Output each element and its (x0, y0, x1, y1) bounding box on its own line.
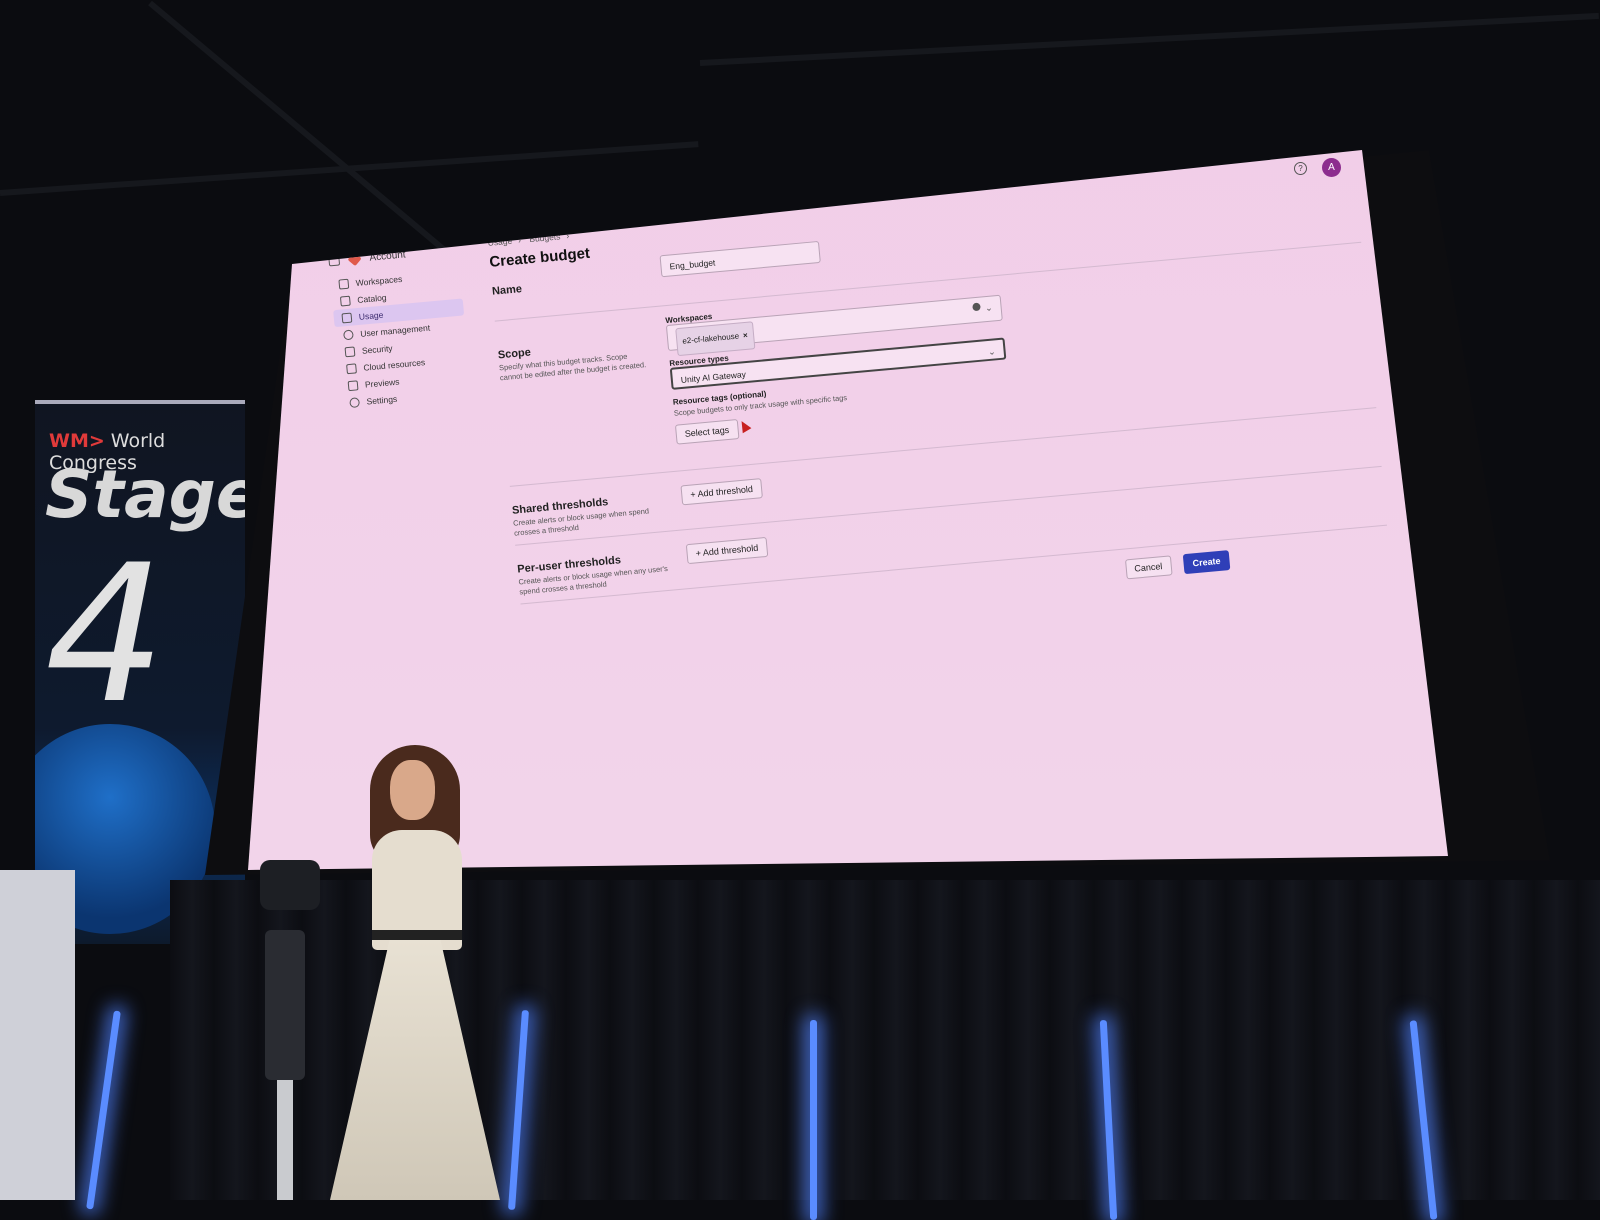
sidebar-item-label: Catalog (356, 291, 387, 305)
user-management-icon (342, 329, 354, 340)
workspaces-icon (338, 278, 350, 290)
chevron-down-icon[interactable]: ⌄ (987, 340, 997, 363)
ceiling-beam (148, 0, 459, 263)
create-button[interactable]: Create (1182, 550, 1231, 575)
led-light (86, 1010, 121, 1210)
previews-icon (347, 379, 359, 391)
sidebar-item-label: Cloud resources (362, 356, 426, 373)
catalog-icon (339, 295, 351, 307)
sidebar-item-label: Usage (358, 309, 384, 322)
breadcrumb-budgets[interactable]: Budgets (529, 231, 561, 244)
select-tags-button[interactable]: Select tags (674, 419, 740, 445)
camera-rig (245, 860, 320, 1200)
resource-types-value: Unity AI Gateway (680, 369, 747, 385)
sidebar-item-label: Workspaces (355, 273, 403, 288)
led-light (810, 1020, 817, 1220)
camera-pole (277, 1080, 293, 1200)
shared-thresholds-actions: + Add threshold (680, 478, 763, 506)
workspace-chip-label: e2-cf-lakehouse (681, 331, 740, 346)
sidebar-item-label: Settings (366, 393, 398, 407)
add-per-user-threshold-button[interactable]: + Add threshold (685, 536, 769, 565)
banner-number: 4 (45, 524, 166, 745)
breadcrumb-usage[interactable]: Usage (487, 236, 512, 248)
breadcrumb-separator: › (565, 230, 570, 241)
usage-icon (341, 312, 353, 323)
sidebar-item-label: Previews (364, 376, 400, 390)
per-user-thresholds-actions: + Add threshold (685, 536, 769, 565)
speaker-belt (372, 930, 462, 940)
close-icon[interactable]: × (743, 331, 748, 340)
per-user-thresholds-heading: Per-user thresholds Create alerts or blo… (517, 550, 669, 597)
add-threshold-label: Add threshold (702, 542, 759, 558)
form-action-buttons: Cancel Create (1124, 550, 1231, 580)
podium (0, 870, 75, 1200)
shield-icon (344, 345, 356, 357)
sidebar-toggle-icon[interactable] (328, 255, 341, 267)
main-content: Usage › Budgets › Create budget Name Eng_b… (487, 159, 1390, 644)
sidebar-item-label: Security (361, 342, 393, 356)
speaker (330, 745, 500, 1200)
account-logo-icon (347, 252, 362, 267)
name-label: Name (491, 283, 523, 298)
speaker-dress (330, 940, 500, 1200)
ceiling-beam (699, 12, 1599, 66)
shared-thresholds-heading: Shared thresholds Create alerts or block… (512, 491, 664, 538)
speaker-face (390, 760, 435, 820)
breadcrumb-separator: › (517, 234, 522, 246)
scope-fields: Workspaces e2-cf-lakehouse × ⌄ Resource t… (665, 286, 1011, 445)
cloud-resources-icon (346, 362, 357, 374)
gear-icon (349, 396, 360, 408)
camera-body (265, 930, 305, 1080)
sidebar: Account Workspaces Catalog Usage User ma… (328, 241, 472, 412)
banner-stage: Stage (45, 456, 245, 533)
add-shared-threshold-button[interactable]: + Add threshold (680, 478, 763, 506)
scope-heading: Scope Specify what this budget tracks. S… (497, 336, 649, 383)
cancel-button[interactable]: Cancel (1124, 555, 1173, 580)
chevron-down-icon[interactable]: ⌄ (984, 296, 994, 319)
add-threshold-label: Add threshold (697, 483, 754, 499)
account-label: Account (369, 248, 407, 264)
clear-icon[interactable] (972, 302, 981, 312)
cursor-icon (737, 418, 752, 434)
camera-head (260, 860, 320, 910)
